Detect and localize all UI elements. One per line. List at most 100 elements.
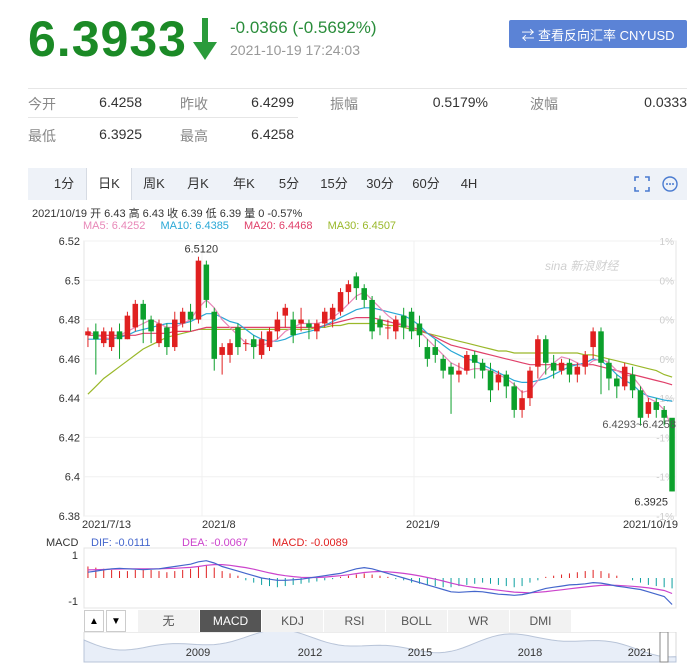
- stat-high-label: 最高: [180, 128, 208, 144]
- stat-range-label: 波幅: [530, 96, 558, 112]
- candle-body: [290, 319, 296, 336]
- scroll-right-button[interactable]: ▼: [106, 610, 126, 632]
- timeline-handle: [659, 632, 669, 663]
- candle-body: [195, 260, 202, 320]
- candle-body: [574, 366, 581, 375]
- tab-4h[interactable]: 4H: [452, 168, 486, 200]
- candle-body: [227, 343, 233, 355]
- candle-body: [637, 390, 644, 418]
- candle-body: [282, 307, 289, 316]
- pct-tick-label: 0%: [660, 355, 675, 366]
- candle-body: [416, 323, 423, 336]
- reverse-rate-button[interactable]: ⇄ 查看反向汇率 CNYUSD: [509, 20, 687, 48]
- candle-body: [314, 323, 320, 332]
- candle-body: [369, 299, 375, 332]
- divider: [28, 88, 687, 89]
- indicator-tab-wr[interactable]: WR: [448, 610, 510, 632]
- price-change: -0.0366 (-0.5692%): [230, 18, 377, 37]
- candle-body: [487, 370, 494, 391]
- quote-timestamp: 2021-10-19 17:24:03: [230, 42, 360, 58]
- current-price: 6.3933: [28, 11, 187, 67]
- candle-body: [464, 354, 470, 371]
- candle-body: [558, 362, 565, 371]
- candle-body: [321, 311, 328, 324]
- candle-body: [100, 331, 107, 344]
- candle-body: [172, 319, 178, 348]
- candle-body: [219, 347, 225, 355]
- candle-body: [471, 354, 478, 363]
- indicator-tab-boll[interactable]: BOLL: [386, 610, 448, 632]
- candle-body: [550, 362, 557, 371]
- candle-body: [400, 315, 407, 328]
- macd-title: MACD: [46, 537, 78, 549]
- candle-body: [211, 311, 218, 359]
- y-tick-label: 6.4: [65, 472, 80, 484]
- candle-body: [353, 276, 360, 289]
- candle-body: [140, 303, 146, 320]
- macd-chart: MACD DIF: -0.0111 DEA: -0.0067 MACD: -0.008…: [46, 537, 677, 609]
- dif-line: [87, 560, 673, 605]
- tab-60min[interactable]: 60分: [406, 168, 446, 200]
- stat-amplitude-label: 振幅: [330, 96, 358, 112]
- fullscreen-icon[interactable]: [634, 176, 650, 192]
- candle-body: [566, 362, 573, 375]
- candle-body: [527, 370, 533, 399]
- period-tab-bar: 1分 日K 周K 月K 年K 5分 15分 30分 60分 4H: [28, 168, 687, 200]
- stat-prev-close-value: 6.4299: [251, 94, 294, 110]
- candle-body: [424, 347, 431, 359]
- tab-daily-k[interactable]: 日K: [86, 168, 132, 200]
- timeline-year-label: 2015: [408, 647, 432, 659]
- indicator-tab-macd[interactable]: MACD: [200, 610, 262, 632]
- indicator-tab-kdj[interactable]: KDJ: [262, 610, 324, 632]
- candle-body: [598, 331, 604, 363]
- y-tick-label: 6.5: [65, 275, 80, 287]
- timeline-year-label: 2012: [298, 647, 322, 659]
- timeline-year-label: 2021: [628, 647, 652, 659]
- y-tick-label: 6.42: [59, 432, 80, 444]
- candle-body: [645, 402, 652, 414]
- tab-5min[interactable]: 5分: [270, 168, 308, 200]
- tab-1min[interactable]: 1分: [46, 168, 82, 200]
- macd-dea-label: DEA: -0.0067: [182, 537, 248, 549]
- candle-body: [629, 374, 636, 391]
- min-price-label: 6.3925: [634, 496, 668, 508]
- scroll-left-button[interactable]: ▲: [84, 610, 104, 632]
- y-tick-label: 6.38: [59, 511, 80, 523]
- candle-body: [511, 386, 517, 410]
- timeline-year-label: 2018: [518, 647, 542, 659]
- pct-tick-label: 1%: [660, 237, 675, 248]
- tab-15min[interactable]: 15分: [314, 168, 354, 200]
- indicator-tab-none[interactable]: 无: [138, 610, 200, 632]
- candle-info-line: 2021/10/19 开 6.43 高 6.43 收 6.39 低 6.39 量…: [32, 208, 303, 220]
- tab-30min[interactable]: 30分: [360, 168, 400, 200]
- tab-monthly-k[interactable]: 月K: [178, 168, 218, 200]
- timeline-navigator[interactable]: 2009 2012 2015 2018 2021: [0, 632, 699, 668]
- more-options-icon[interactable]: [662, 176, 678, 192]
- down-arrow-icon: [193, 18, 217, 60]
- candle-body: [243, 343, 249, 345]
- candle-body: [606, 362, 612, 379]
- candle-body: [393, 319, 399, 332]
- x-label-sep: 2021/9: [406, 519, 440, 531]
- x-label-end: 2021/10/19: [623, 519, 678, 531]
- indicator-tab-rsi[interactable]: RSI: [324, 610, 386, 632]
- candle-body: [440, 358, 446, 371]
- divider: [28, 117, 298, 118]
- max-price-label: 6.5120: [184, 244, 218, 256]
- candle-body: [448, 366, 454, 375]
- candle-body: [132, 303, 139, 328]
- stat-range-value: 0.0333: [644, 94, 687, 110]
- candle-body: [298, 319, 304, 324]
- macd-value-label: MACD: -0.0089: [272, 537, 348, 549]
- kline-chart[interactable]: 6.52 1%6.5 0%6.48 0%6.46 0%6.44 -1%6.42 -1%6.4…: [0, 230, 699, 535]
- tab-yearly-k[interactable]: 年K: [224, 168, 264, 200]
- tab-weekly-k[interactable]: 周K: [134, 168, 174, 200]
- candle-body: [337, 292, 344, 312]
- candle-body: [266, 331, 273, 348]
- indicator-tab-dmi[interactable]: DMI: [510, 610, 572, 632]
- candle-body: [503, 374, 510, 387]
- candle-body: [179, 311, 186, 324]
- stat-open-value: 6.4258: [99, 94, 142, 110]
- candle-body: [93, 331, 99, 340]
- macd-dif-label: DIF: -0.0111: [91, 537, 151, 549]
